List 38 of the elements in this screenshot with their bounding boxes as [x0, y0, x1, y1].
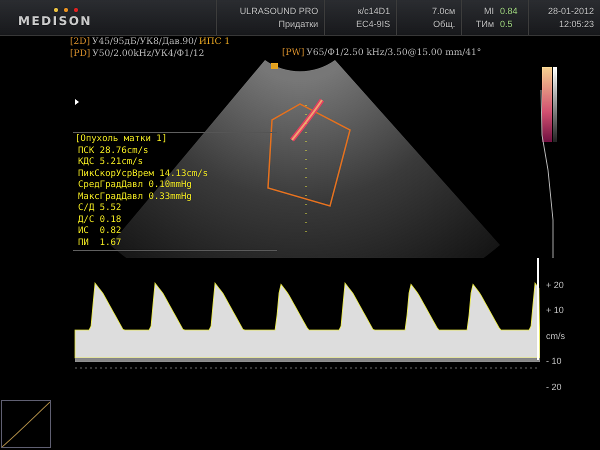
measurement-value: С/Д 5.52 [77, 203, 122, 214]
mode-parameters: У65/Ф1/2.50 kHz/3.50@15.00 mm/41° [306, 48, 482, 58]
triangle-marker-icon [75, 99, 79, 105]
header-text: к/с14D1 [358, 4, 390, 18]
mode-tag: [PW] [282, 48, 304, 58]
header-label: ТИм [476, 18, 494, 30]
header-text: 12:05:23 [558, 18, 594, 30]
measurement-value: Д/С 0.18 [77, 214, 122, 226]
logo: MEDISON [18, 14, 93, 28]
measurement-value: ПикСкорУсрВрем 14.13cm/s [77, 168, 210, 180]
measurement-value: МаксГрадДавл 0.33mmHg [77, 192, 193, 203]
velocity-scale-label: cm/s [545, 330, 566, 341]
velocity-scale-label: - 20 [545, 382, 563, 392]
header-text: 7.0см [432, 4, 456, 18]
measurement-value: КДС 5.21cm/s [77, 157, 144, 168]
measurement-value: ИС 0.82 [77, 226, 122, 238]
header-text: EC4-9IS [356, 18, 390, 30]
velocity-scale-label: + 20 [545, 280, 565, 290]
header-text: ULRASOUND PRO [240, 4, 318, 18]
square-icon [271, 63, 278, 69]
velocity-scale-label: + 10 [545, 305, 565, 316]
measurement-value: ПСК 28.76cm/s [77, 146, 150, 157]
measurement-title: [Опухоль матки 1] [75, 134, 168, 146]
mode-parameter: ИПС 1 [198, 37, 230, 47]
tone-curve-icon [1, 400, 51, 448]
header-value: 0.5 [500, 18, 514, 30]
header-text: Общ. [433, 18, 456, 30]
mode-tag: [PD] [70, 49, 90, 59]
measurement-value: ПИ 1.67 [77, 238, 122, 249]
mode-parameters: У50/2.00kHz/УК4/Ф1/12 [92, 49, 204, 59]
header-value: 0.84 [500, 4, 519, 18]
header-text: 28-01-2012 [548, 4, 594, 18]
measurement-value: СредГрадДавл 0.10mmHg [77, 180, 193, 192]
header-text: Придатки [278, 18, 318, 30]
velocity-scale-label: - 10 [545, 356, 563, 366]
mode-parameters: У45/95дБ/УК8/Дав.90/ [92, 37, 197, 47]
mode-tag: [2D] [70, 37, 90, 47]
header-label: MI [484, 4, 494, 18]
